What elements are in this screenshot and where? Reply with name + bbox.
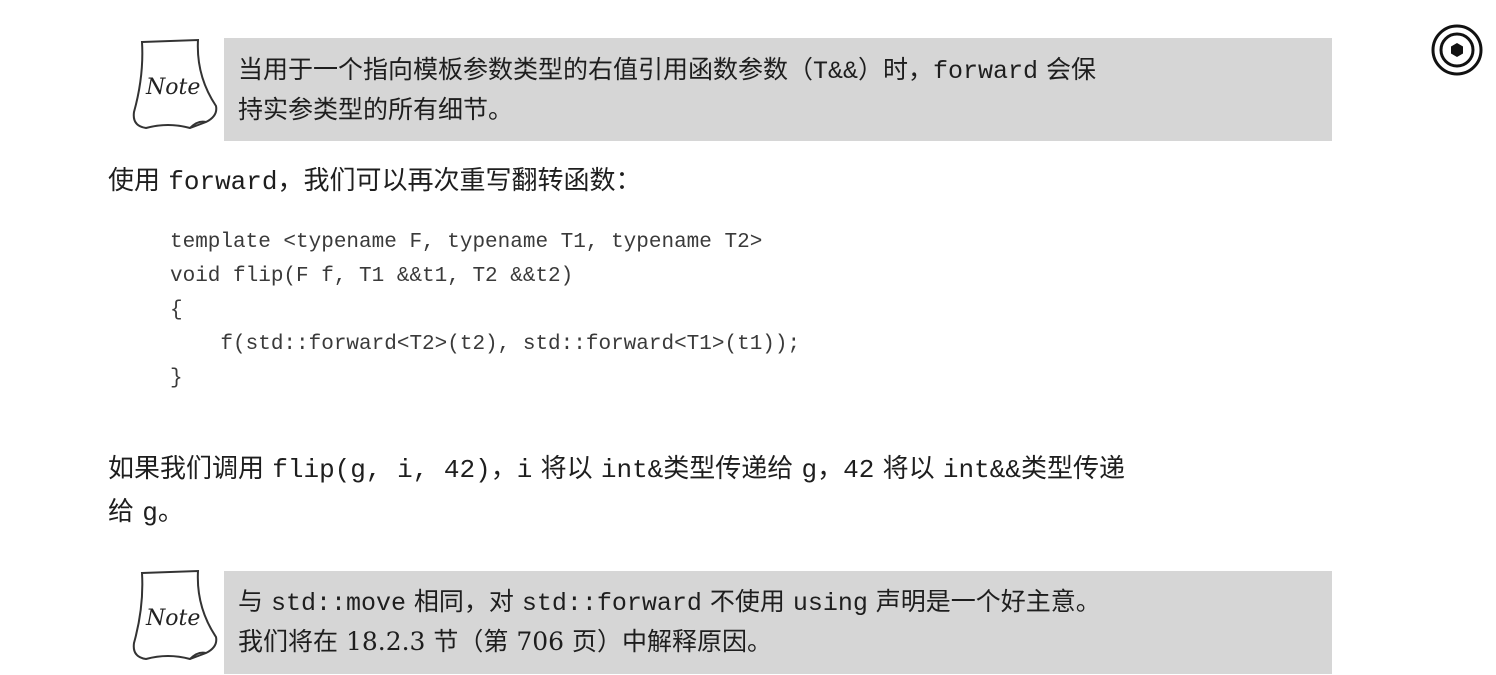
code-line: f(std::forward<T2>(t2), std::forward<T1>… xyxy=(170,333,801,356)
svg-text:Note: Note xyxy=(145,75,200,100)
target-icon[interactable] xyxy=(1431,24,1483,76)
body-paragraph: 使用 forward，我们可以再次重写翻转函数： xyxy=(108,166,642,197)
note-line: 与 std::move 相同，对 std::forward 不使用 using … xyxy=(238,587,1101,618)
note-icon: Note xyxy=(132,569,218,661)
code-line: { xyxy=(170,299,183,322)
paragraph-line: 如果我们调用 flip(g, i, 42)，i 将以 int&类型传递给 g，4… xyxy=(108,454,1125,485)
body-paragraph: 如果我们调用 flip(g, i, 42)，i 将以 int&类型传递给 g，4… xyxy=(108,448,1125,534)
note-line: 当用于一个指向模板参数类型的右值引用函数参数（T&&）时，forward 会保 xyxy=(238,55,1097,86)
note-callout: 当用于一个指向模板参数类型的右值引用函数参数（T&&）时，forward 会保 … xyxy=(224,38,1332,141)
note-callout: 与 std::move 相同，对 std::forward 不使用 using … xyxy=(224,571,1332,674)
paragraph-line: 给 g。 xyxy=(108,497,184,528)
note-icon: Note xyxy=(132,38,218,130)
code-line: void flip(F f, T1 &&t1, T2 &&t2) xyxy=(170,265,574,288)
code-line: template <typename F, typename T1, typen… xyxy=(170,231,763,254)
code-block: template <typename F, typename T1, typen… xyxy=(170,226,800,396)
svg-text:Note: Note xyxy=(145,606,200,631)
note-line: 我们将在 18.2.3 节（第 706 页）中解释原因。 xyxy=(238,627,773,656)
note-line: 持实参类型的所有细节。 xyxy=(238,95,514,124)
code-line: } xyxy=(170,367,183,390)
